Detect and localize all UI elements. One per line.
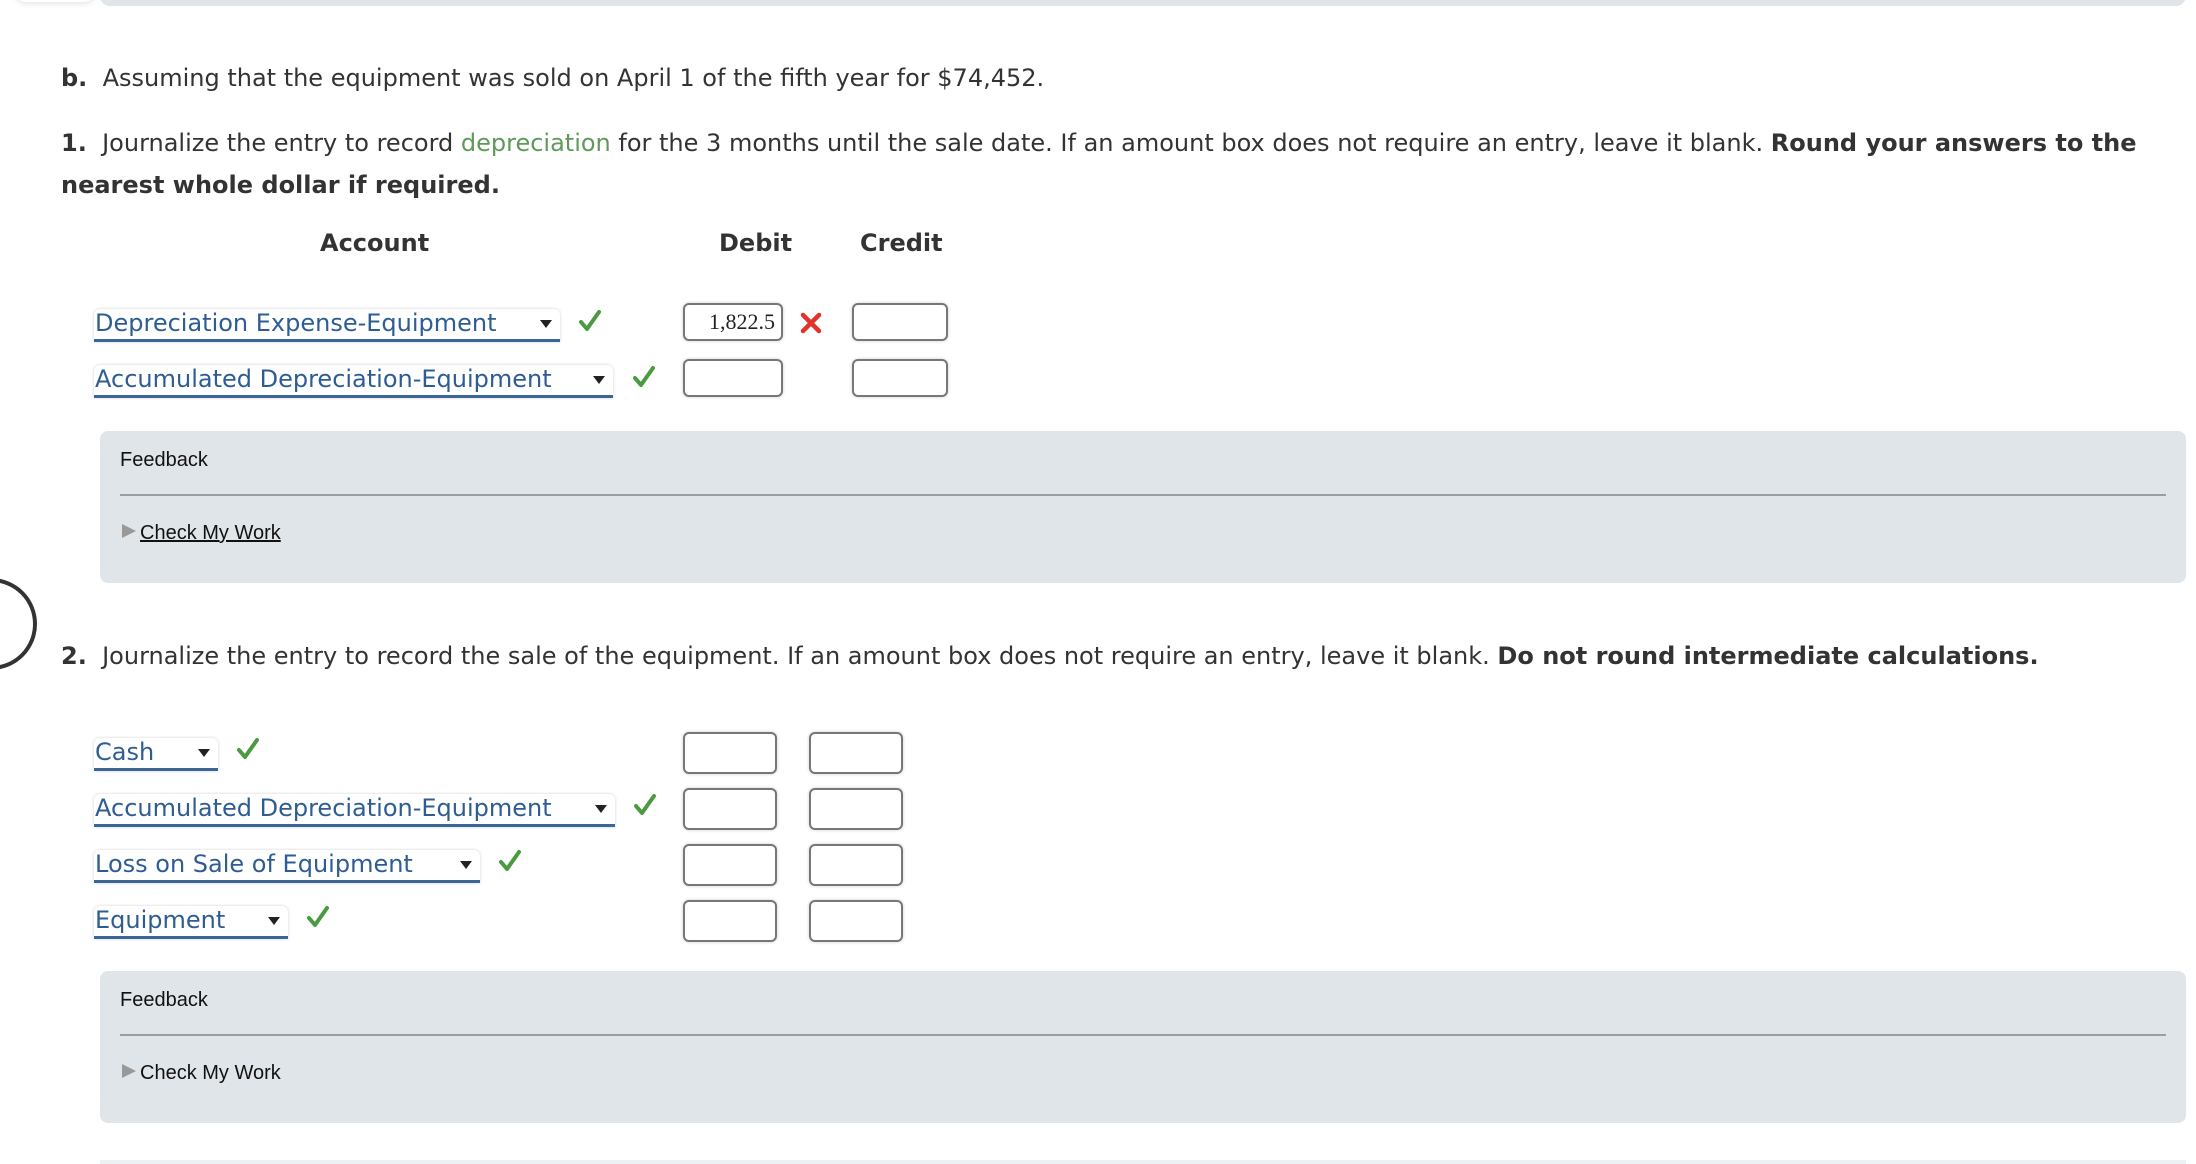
column-header-credit: Credit xyxy=(860,229,943,257)
q1-row1-debit-input[interactable] xyxy=(683,303,783,341)
feedback-divider xyxy=(120,494,2166,496)
expand-triangle-icon xyxy=(122,1064,136,1078)
dropdown-arrow-icon xyxy=(595,805,607,813)
q2-row4-debit-input[interactable] xyxy=(683,900,777,942)
q1-row2-credit-input[interactable] xyxy=(852,359,948,397)
check-my-work-toggle[interactable]: Check My Work xyxy=(122,1062,281,1085)
side-menu-button[interactable] xyxy=(0,578,37,670)
dropdown-arrow-icon xyxy=(593,376,605,384)
q1-number: 1. xyxy=(61,129,87,157)
q1-rounding-note: Round your answers to the xyxy=(1770,129,2137,157)
selected-account: Accumulated Depreciation-Equipment xyxy=(95,794,552,822)
next-panel-edge xyxy=(100,1160,2186,1164)
dropdown-arrow-icon xyxy=(198,749,210,757)
selected-account: Equipment xyxy=(95,906,226,934)
correct-checkmark-icon xyxy=(236,737,260,761)
q1-text: Journalize the entry to record xyxy=(102,129,461,157)
correct-checkmark-icon xyxy=(632,365,656,389)
selected-account: Loss on Sale of Equipment xyxy=(95,850,413,878)
q2-row4-credit-input[interactable] xyxy=(809,900,903,942)
q1-text-continued: for the 3 months until the sale date. If… xyxy=(610,129,1771,157)
correct-checkmark-icon xyxy=(578,309,602,333)
q2-row2-debit-input[interactable] xyxy=(683,788,777,830)
q2-number: 2. xyxy=(61,642,87,670)
q1-instructions-line1: 1. Journalize the entry to record deprec… xyxy=(61,122,2137,164)
q1-rounding-note-continued: nearest whole dollar if required. xyxy=(61,171,500,199)
previous-feedback-panel-edge xyxy=(100,0,2186,6)
feedback-title: Feedback xyxy=(120,449,208,471)
q2-row1-debit-input[interactable] xyxy=(683,732,777,774)
selected-account: Cash xyxy=(95,738,155,766)
q2-row3-account-select[interactable]: Loss on Sale of Equipment xyxy=(94,850,480,883)
glossary-link-depreciation[interactable]: depreciation xyxy=(461,129,611,157)
dropdown-arrow-icon xyxy=(460,861,472,869)
q2-row3-debit-input[interactable] xyxy=(683,844,777,886)
q2-row2-account-select[interactable]: Accumulated Depreciation-Equipment xyxy=(94,794,615,827)
q1-row2-account-select[interactable]: Accumulated Depreciation-Equipment xyxy=(94,365,613,398)
selected-account: Accumulated Depreciation-Equipment xyxy=(95,365,552,393)
correct-checkmark-icon xyxy=(633,793,657,817)
part-b-label: b. xyxy=(61,64,88,92)
check-my-work-label: Check My Work xyxy=(140,1062,281,1084)
expand-triangle-icon xyxy=(122,524,136,538)
incorrect-x-icon xyxy=(800,312,822,334)
correct-checkmark-icon xyxy=(498,849,522,873)
column-header-account: Account xyxy=(320,229,430,257)
previous-panel-edge xyxy=(14,0,96,2)
q2-row1-account-select[interactable]: Cash xyxy=(94,738,218,771)
q1-row1-credit-input[interactable] xyxy=(852,303,948,341)
feedback-divider xyxy=(120,1034,2166,1036)
check-my-work-label: Check My Work xyxy=(140,522,281,544)
part-b-text: Assuming that the equipment was sold on … xyxy=(102,64,1045,92)
dropdown-arrow-icon xyxy=(268,917,280,925)
q1-instructions-line2: nearest whole dollar if required. xyxy=(61,164,500,206)
q2-row1-credit-input[interactable] xyxy=(809,732,903,774)
q2-text: Journalize the entry to record the sale … xyxy=(102,642,1498,670)
part-b-statement: b. Assuming that the equipment was sold … xyxy=(61,57,1044,99)
q2-feedback-panel: Feedback Check My Work xyxy=(100,971,2186,1123)
q2-row2-credit-input[interactable] xyxy=(809,788,903,830)
selected-account: Depreciation Expense-Equipment xyxy=(95,309,497,337)
column-header-debit: Debit xyxy=(719,229,793,257)
dropdown-arrow-icon xyxy=(540,320,552,328)
q1-feedback-panel: Feedback Check My Work xyxy=(100,431,2186,583)
check-my-work-toggle[interactable]: Check My Work xyxy=(122,522,281,545)
q2-rounding-note: Do not round intermediate calculations. xyxy=(1497,642,2039,670)
q2-row3-credit-input[interactable] xyxy=(809,844,903,886)
feedback-title: Feedback xyxy=(120,989,208,1011)
q2-instructions: 2. Journalize the entry to record the sa… xyxy=(61,635,2039,677)
q1-row1-account-select[interactable]: Depreciation Expense-Equipment xyxy=(94,309,560,342)
q2-row4-account-select[interactable]: Equipment xyxy=(94,906,288,939)
correct-checkmark-icon xyxy=(306,905,330,929)
q1-row2-debit-input[interactable] xyxy=(683,359,783,397)
